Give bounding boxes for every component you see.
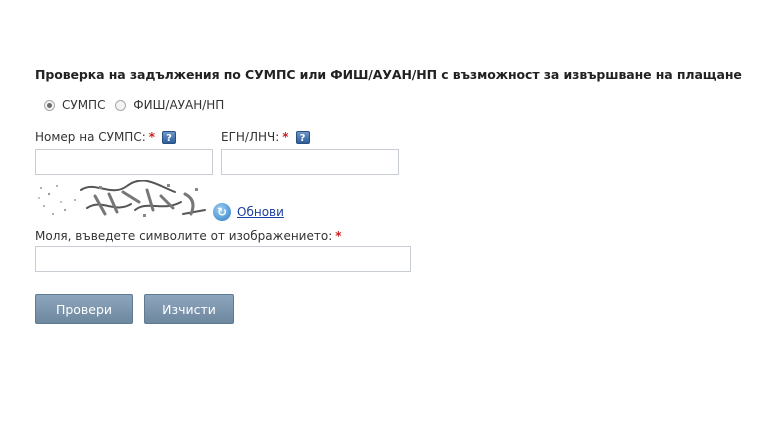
egn-label: ЕГН/ЛНЧ: * ? bbox=[221, 130, 310, 144]
radio-label-sumps: СУМПС bbox=[62, 98, 106, 112]
check-button[interactable]: Провери bbox=[35, 294, 133, 324]
license-number-label-text: Номер на СУМПС: bbox=[35, 130, 146, 144]
required-mark: * bbox=[335, 229, 342, 243]
question-help-icon[interactable]: ? bbox=[162, 130, 177, 144]
captcha-image bbox=[35, 180, 211, 220]
refresh-arrow-icon[interactable]: ↻ bbox=[213, 203, 231, 221]
question-help-icon[interactable]: ? bbox=[295, 130, 310, 144]
refresh-captcha-label[interactable]: Обнови bbox=[237, 205, 284, 219]
radio-option-sumps[interactable]: СУМПС bbox=[44, 98, 105, 112]
radio-option-fish[interactable]: ФИШ/АУАН/НП bbox=[115, 98, 224, 112]
captcha-input[interactable] bbox=[35, 246, 411, 272]
radio-button-fish[interactable] bbox=[115, 99, 127, 111]
license-number-label: Номер на СУМПС: * ? bbox=[35, 130, 177, 144]
form-title: Проверка на задължения по СУМПС или ФИШ/… bbox=[35, 67, 742, 82]
captcha-prompt-text: Моля, въведете символите от изображениет… bbox=[35, 229, 333, 243]
egn-label-text: ЕГН/ЛНЧ: bbox=[221, 130, 280, 144]
license-number-input[interactable] bbox=[35, 149, 213, 175]
radio-button-sumps[interactable] bbox=[44, 99, 55, 111]
egn-input[interactable] bbox=[221, 149, 399, 175]
required-mark: * bbox=[148, 130, 156, 144]
search-type-radio-group: СУМПС ФИШ/АУАН/НП bbox=[44, 98, 230, 114]
radio-label-fish: ФИШ/АУАН/НП bbox=[133, 98, 225, 112]
required-mark: * bbox=[282, 130, 289, 144]
captcha-prompt-label: Моля, въведете символите от изображениет… bbox=[35, 229, 342, 243]
clear-button[interactable]: Изчисти bbox=[144, 294, 234, 324]
refresh-captcha-link[interactable]: ↻ Обнови bbox=[213, 203, 284, 221]
